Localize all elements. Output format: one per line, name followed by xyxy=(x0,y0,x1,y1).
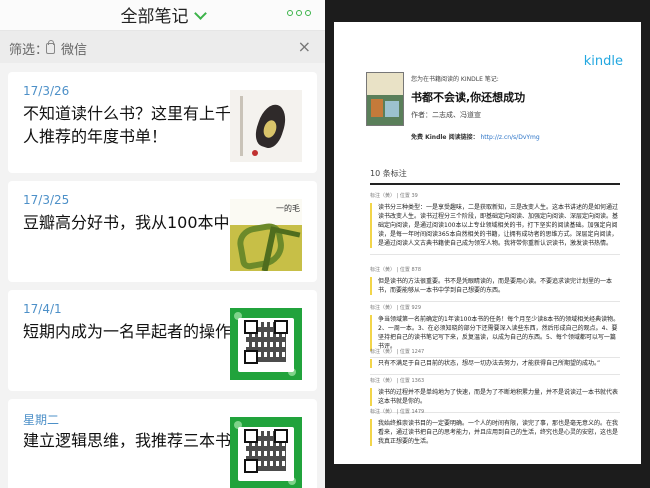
note-date: 17/3/25 xyxy=(23,193,70,207)
highlight-caption: 标注（黄） | 位置 39 xyxy=(370,193,418,199)
book-cover-thumbnail: 一的毛 xyxy=(230,199,302,271)
clear-filter-button[interactable]: × xyxy=(298,37,311,56)
free-link-label: 免费 Kindle 阅读链接： xyxy=(411,134,479,141)
book-cover-thumbnail xyxy=(230,90,302,162)
app-root: 全部笔记 筛选： 微信 × 17/3/26 不知道读什么书？这里有上千人推荐的年… xyxy=(0,0,650,488)
filter-label: 筛选： xyxy=(9,43,49,58)
highlight-item: 标注（黄） | 位置 39 读书分三种类型：一是享受趣味，二是获取新知，三是改变… xyxy=(370,192,620,255)
note-title: 建立逻辑思维，我推荐三本书 xyxy=(23,431,232,450)
more-dots-icon[interactable] xyxy=(287,10,311,16)
free-link-url[interactable]: http://z.cn/s/DvYmg xyxy=(481,134,540,141)
highlight-text: 争当领域第一名前确定的1年读100本书的任务！每个月至少读8本书的领域相关经典读… xyxy=(370,315,620,351)
note-card[interactable]: 17/4/1 短期内成为一名早起者的操作 xyxy=(8,290,317,391)
highlight-count: 10 条标注 xyxy=(370,169,407,178)
kindle-export-panel: kindle 您为在书籍阅读的 KINDLE 笔记: 书都不会读,你还想成功 作… xyxy=(325,0,650,488)
note-title: 豆瓣高分好书，我从100本中 xyxy=(23,213,230,232)
highlight-text: 我始终推崇读书目的一定要明确。一个人的时间有限，读完了事，那也是毫无意义的。在我… xyxy=(370,419,620,446)
highlight-caption: 标注（黄） | 位置 878 xyxy=(370,267,421,273)
note-date: 17/4/1 xyxy=(23,302,62,316)
note-date: 星期二 xyxy=(23,413,60,427)
chevron-down-icon[interactable] xyxy=(193,7,207,20)
note-title: 不知道读什么书？这里有上千人推荐的年度书单！ xyxy=(23,104,232,146)
divider xyxy=(370,183,620,185)
highlight-caption: 标注（黄） | 位置 929 xyxy=(370,305,421,311)
highlight-caption: 标注（黄） | 位置 1363 xyxy=(370,378,425,384)
qr-code-thumbnail xyxy=(230,417,302,488)
kindle-logo: kindle xyxy=(583,54,623,69)
highlight-caption: 标注（黄） | 位置 1479 xyxy=(370,409,425,415)
book-cover-image xyxy=(366,72,404,126)
filter-bar: 筛选： 微信 × xyxy=(0,31,325,63)
cover-text: 一的毛 xyxy=(276,204,300,213)
notes-filter-title[interactable]: 全部笔记 xyxy=(0,2,325,27)
highlight-text: 读书分三种类型：一是享受趣味，二是获取新知，三是改变人生。这本书讲述的是如何通过… xyxy=(370,203,620,248)
page-title[interactable]: 全部笔记 xyxy=(121,7,189,27)
highlight-caption: 标注（黄） | 位置 1247 xyxy=(370,349,425,355)
qr-code-thumbnail xyxy=(230,308,302,380)
lock-icon xyxy=(46,40,55,54)
highlight-text: 只有不满足于自己目前的状态，想尽一切办法去努力，才能获得自己所期望的成功。” xyxy=(370,359,620,368)
header-bar: 全部笔记 xyxy=(0,0,325,31)
book-author: 作者：二志成、冯道宣 xyxy=(411,111,481,119)
highlight-item: 标注（黄） | 位置 1247 只有不满足于自己目前的状态，想尽一切办法去努力，… xyxy=(370,348,620,375)
book-title: 书都不会读,你还想成功 xyxy=(411,91,526,104)
note-title: 短期内成为一名早起者的操作 xyxy=(23,322,232,341)
highlight-text: 读书的过程并不是单纯地为了快速，而是为了不断地积累力量，并不是说读过一本书就代表… xyxy=(370,388,620,406)
highlight-item: 标注（黄） | 位置 1479 我始终推崇读书目的一定要明确。一个人的时间有限，… xyxy=(370,408,620,446)
highlight-text: 但是读书的方法很重要。书不是凭眼睛读的，而是要用心读。不要追求读完计划里的一本书… xyxy=(370,277,620,295)
kindle-notes-page: kindle 您为在书籍阅读的 KINDLE 笔记: 书都不会读,你还想成功 作… xyxy=(334,22,641,464)
note-card[interactable]: 17/3/25 豆瓣高分好书，我从100本中 一的毛 xyxy=(8,181,317,282)
note-date: 17/3/26 xyxy=(23,84,70,98)
free-read-link[interactable]: 免费 Kindle 阅读链接： http://z.cn/s/DvYmg xyxy=(411,132,540,141)
highlight-item: 标注（黄） | 位置 878 但是读书的方法很重要。书不是凭眼睛读的，而是要用心… xyxy=(370,266,620,302)
filter-source-label: 微信 xyxy=(61,43,88,58)
book-meta: 您为在书籍阅读的 KINDLE 笔记: 书都不会读,你还想成功 作者：二志成、冯… xyxy=(411,74,540,141)
export-note: 您为在书籍阅读的 KINDLE 笔记: xyxy=(411,76,499,83)
notes-panel: 全部笔记 筛选： 微信 × 17/3/26 不知道读什么书？这里有上千人推荐的年… xyxy=(0,0,325,488)
filter-source[interactable]: 微信 xyxy=(46,39,87,58)
note-card[interactable]: 星期二 建立逻辑思维，我推荐三本书 xyxy=(8,399,317,488)
note-card[interactable]: 17/3/26 不知道读什么书？这里有上千人推荐的年度书单！ xyxy=(8,72,317,173)
